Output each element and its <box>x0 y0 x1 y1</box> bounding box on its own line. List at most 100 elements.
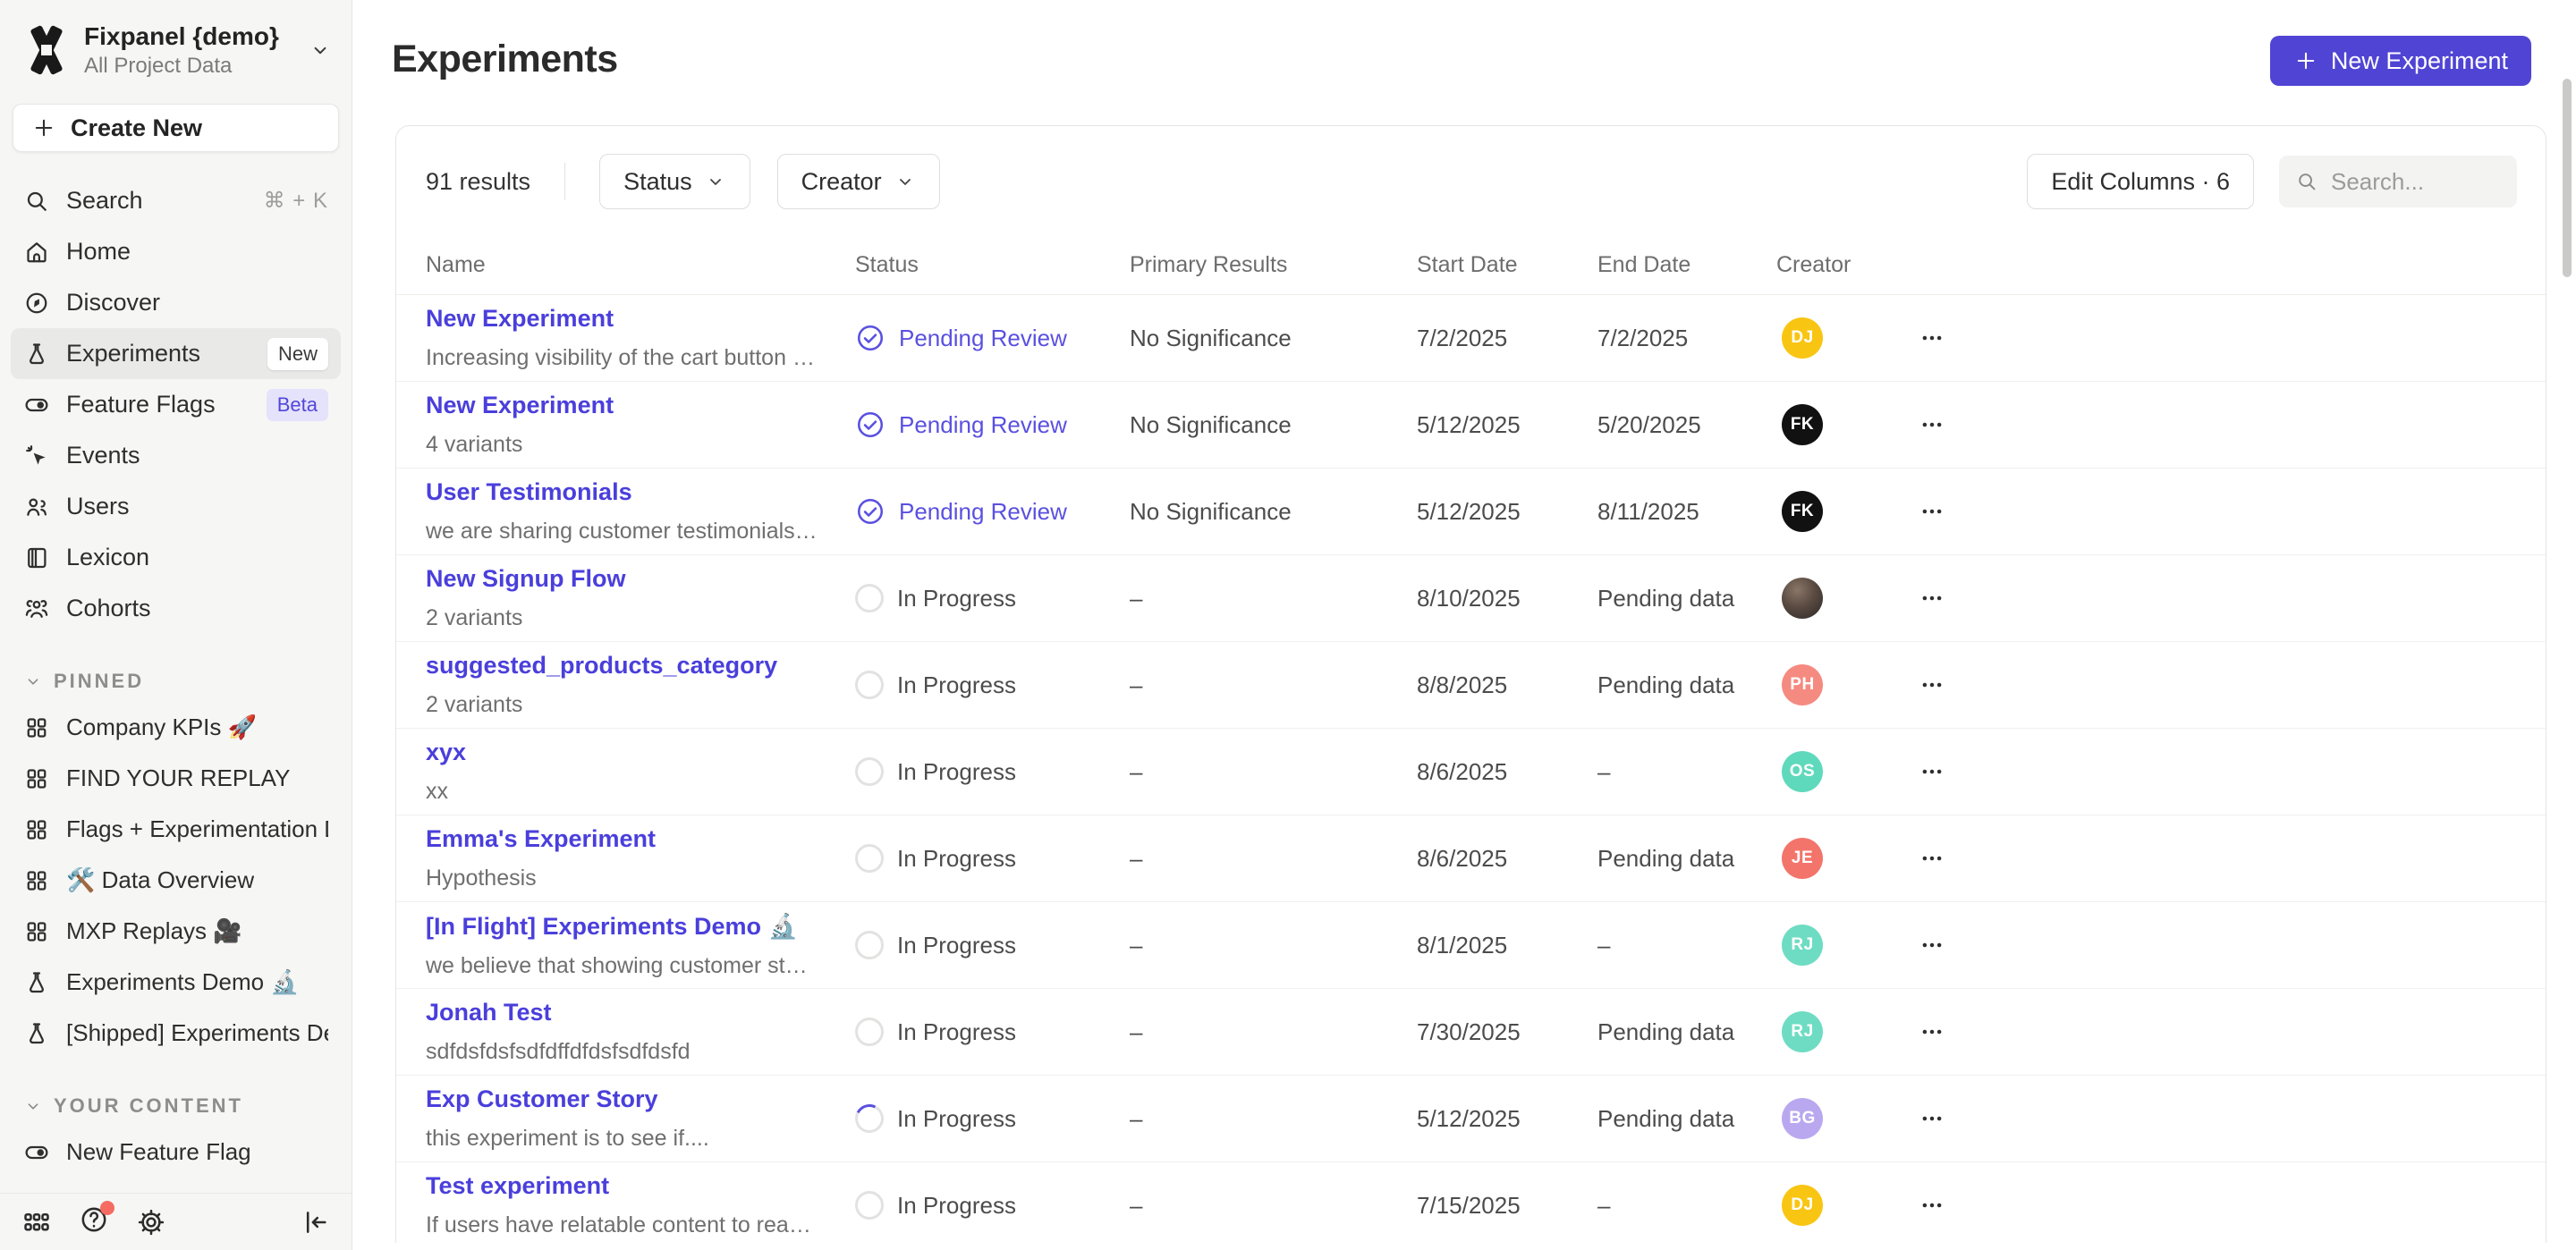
status-label: In Progress <box>897 758 1016 786</box>
toggle-icon <box>23 392 50 418</box>
sidebar-item-search[interactable]: Search⌘ + K <box>11 175 341 226</box>
settings-gear-icon[interactable] <box>136 1207 166 1237</box>
status-label: Pending Review <box>899 498 1067 526</box>
new-experiment-button[interactable]: New Experiment <box>2270 36 2531 86</box>
edit-columns-button[interactable]: Edit Columns · 6 <box>2027 154 2254 209</box>
row-overflow-menu[interactable] <box>1914 320 1950 356</box>
apps-grid-icon[interactable] <box>21 1207 52 1237</box>
sidebar-item-company-kpis[interactable]: Company KPIs 🚀 <box>11 702 341 753</box>
experiment-link[interactable]: New Signup Flow <box>426 565 626 593</box>
nav-label: Events <box>66 442 140 469</box>
workspace-switcher[interactable]: Fixpanel {demo} All Project Data <box>0 0 352 95</box>
avatar[interactable]: RJ <box>1782 1011 1823 1052</box>
status-label: In Progress <box>897 585 1016 612</box>
status-cell: In Progress <box>855 1104 1130 1133</box>
experiment-link[interactable]: New Experiment <box>426 305 614 333</box>
sidebar-item-discover[interactable]: Discover <box>11 277 341 328</box>
check-icon <box>855 323 886 353</box>
sidebar-item-cohorts[interactable]: Cohorts <box>11 583 341 634</box>
experiment-link[interactable]: [In Flight] Experiments Demo 🔬 <box>426 912 798 941</box>
search-input[interactable] <box>2331 168 2501 196</box>
sidebar-item-flags-experimentation-demo[interactable]: Flags + Experimentation Demo <box>11 804 341 855</box>
workspace-project: All Project Data <box>84 54 294 79</box>
avatar[interactable]: OS <box>1782 751 1823 792</box>
status-label: In Progress <box>897 671 1016 699</box>
experiment-link[interactable]: Test experiment <box>426 1172 609 1200</box>
table-row[interactable]: Emma's ExperimentHypothesisIn Progress–8… <box>396 815 2546 902</box>
avatar[interactable] <box>1782 578 1823 619</box>
table-row[interactable]: Test experimentIf users have relatable c… <box>396 1162 2546 1243</box>
row-overflow-menu[interactable] <box>1914 494 1950 529</box>
nav-label: Flags + Experimentation Demo <box>66 815 328 843</box>
avatar[interactable]: DJ <box>1782 1185 1823 1226</box>
status-filter-button[interactable]: Status <box>599 154 750 209</box>
sidebar-item-events[interactable]: Events <box>11 430 341 481</box>
avatar[interactable]: RJ <box>1782 925 1823 966</box>
row-overflow-menu[interactable] <box>1914 1187 1950 1223</box>
experiment-link[interactable]: xyx <box>426 739 466 766</box>
table-row[interactable]: New Signup Flow2 variantsIn Progress–8/1… <box>396 555 2546 642</box>
experiment-link[interactable]: Exp Customer Story <box>426 1085 658 1113</box>
avatar[interactable]: FK <box>1782 491 1823 532</box>
progress-ring-icon <box>855 844 884 873</box>
sidebar-item-feature-flags[interactable]: Feature FlagsBeta <box>11 379 341 430</box>
table-row[interactable]: User Testimonialswe are sharing customer… <box>396 469 2546 555</box>
sidebar-item-find-your-replay[interactable]: FIND YOUR REPLAY <box>11 753 341 804</box>
sidebar-item-data-overview[interactable]: 🛠️ Data Overview <box>11 855 341 906</box>
section-header-your-content[interactable]: YOUR CONTENT <box>0 1094 352 1118</box>
table-row[interactable]: Exp Customer Storythis experiment is to … <box>396 1076 2546 1162</box>
table-row[interactable]: New Experiment4 variantsPending ReviewNo… <box>396 382 2546 469</box>
sidebar-item-shipped-experiments-demo[interactable]: [Shipped] Experiments Demo 🖊️ <box>11 1008 341 1059</box>
home-icon <box>23 239 50 266</box>
experiment-link[interactable]: Jonah Test <box>426 999 552 1026</box>
status-cell: Pending Review <box>855 410 1130 440</box>
experiment-link[interactable]: Emma's Experiment <box>426 825 656 853</box>
table-row[interactable]: suggested_products_category2 variantsIn … <box>396 642 2546 729</box>
creator-filter-button[interactable]: Creator <box>777 154 940 209</box>
row-overflow-menu[interactable] <box>1914 1014 1950 1050</box>
keyboard-shortcut: ⌘ + K <box>264 188 328 214</box>
experiment-link[interactable]: suggested_products_category <box>426 652 777 680</box>
sidebar-item-new-feature-flag[interactable]: New Feature Flag <box>11 1127 341 1178</box>
row-overflow-menu[interactable] <box>1914 667 1950 703</box>
create-new-button[interactable]: Create New <box>13 104 339 152</box>
avatar[interactable]: BG <box>1782 1098 1823 1139</box>
row-overflow-menu[interactable] <box>1914 407 1950 443</box>
creator-cell: OS <box>1776 751 1911 792</box>
creator-cell: DJ <box>1776 1185 1911 1226</box>
sidebar-item-home[interactable]: Home <box>11 226 341 277</box>
table-row[interactable]: [In Flight] Experiments Demo 🔬we believe… <box>396 902 2546 989</box>
sidebar-item-experiments-demo[interactable]: Experiments Demo 🔬 <box>11 957 341 1008</box>
experiments-card: 91 results Status Creator Edit Columns ·… <box>395 125 2546 1243</box>
collapse-sidebar-icon[interactable] <box>300 1207 330 1237</box>
avatar[interactable]: DJ <box>1782 317 1823 359</box>
end-date-cell: 7/2/2025 <box>1597 325 1776 352</box>
section-header-pinned[interactable]: PINNED <box>0 670 352 693</box>
status-cell: In Progress <box>855 757 1130 786</box>
row-overflow-menu[interactable] <box>1914 1101 1950 1136</box>
sidebar-item-mxp-replays[interactable]: MXP Replays 🎥 <box>11 906 341 957</box>
workspace-name: Fixpanel {demo} <box>84 21 294 52</box>
flask-icon <box>23 969 50 996</box>
table-row[interactable]: xyxxxIn Progress–8/6/2025–OS <box>396 729 2546 815</box>
status-label: Pending Review <box>899 325 1067 352</box>
row-overflow-menu[interactable] <box>1914 580 1950 616</box>
table-row[interactable]: New ExperimentIncreasing visibility of t… <box>396 295 2546 382</box>
experiment-link[interactable]: User Testimonials <box>426 478 632 506</box>
row-overflow-menu[interactable] <box>1914 840 1950 876</box>
avatar[interactable]: JE <box>1782 838 1823 879</box>
create-new-label: Create New <box>71 114 202 142</box>
table-row[interactable]: Jonah TestsdfdsfdsfsdfdffdfdsfsdfdsfdIn … <box>396 989 2546 1076</box>
sidebar-item-users[interactable]: Users <box>11 481 341 532</box>
row-overflow-menu[interactable] <box>1914 927 1950 963</box>
end-date-cell: Pending data <box>1597 1105 1776 1133</box>
sidebar-item-experiments[interactable]: ExperimentsNew <box>11 328 341 379</box>
sidebar-item-lexicon[interactable]: Lexicon <box>11 532 341 583</box>
experiment-link[interactable]: New Experiment <box>426 392 614 419</box>
avatar[interactable]: PH <box>1782 664 1823 705</box>
status-label: In Progress <box>897 1192 1016 1220</box>
help-button[interactable] <box>79 1204 109 1239</box>
avatar[interactable]: FK <box>1782 404 1823 445</box>
row-overflow-menu[interactable] <box>1914 754 1950 790</box>
scrollbar[interactable] <box>2563 79 2572 277</box>
